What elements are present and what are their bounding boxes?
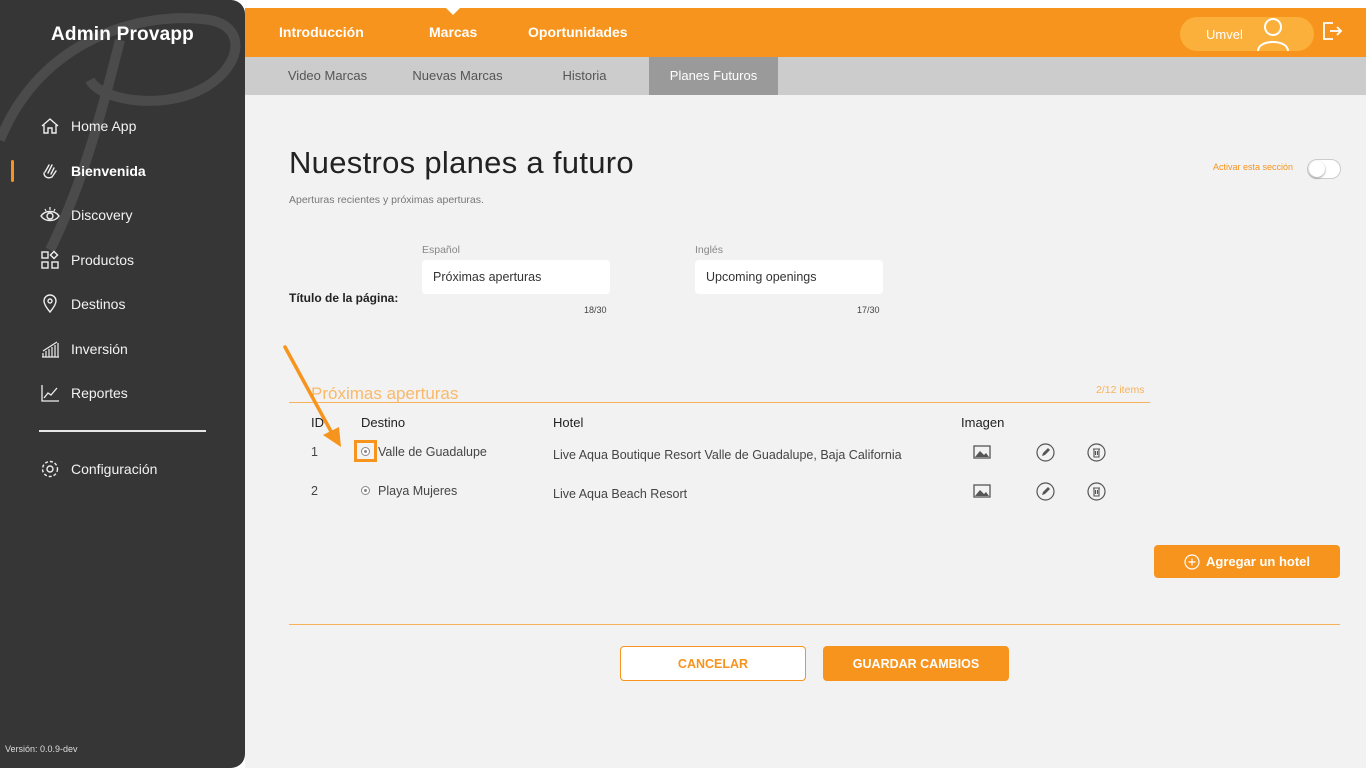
column-header-imagen: Imagen [961,415,1005,430]
image-icon[interactable] [973,484,991,503]
footer-divider [289,624,1340,625]
row-2-hotel: Live Aqua Beach Resort [553,487,688,501]
add-hotel-button[interactable]: Agregar un hotel [1154,545,1340,578]
toggle-knob [1309,161,1325,177]
subtab-historia[interactable]: Historia [527,57,642,95]
trash-icon[interactable] [1087,443,1106,467]
annotation-arrow-icon [283,345,341,447]
row-1-id: 1 [311,445,318,459]
row-2-destino: Playa Mujeres [378,484,458,498]
sidebar-item-label: Configuración [71,461,158,478]
sidebar-item-reportes[interactable]: Reportes [0,371,245,416]
sidebar-item-destinos[interactable]: Destinos [0,282,245,327]
tab-introduccion[interactable]: Introducción [279,24,364,40]
column-header-hotel: Hotel [553,415,584,430]
user-name: Umvel [1206,27,1243,42]
spanish-char-counter: 18/30 [584,305,607,315]
column-header-id: ID [311,415,324,430]
grid-shapes-icon [39,249,61,271]
sidebar-divider [39,430,206,432]
cancel-button[interactable]: CANCELAR [620,646,806,681]
sidebar-item-label: Reportes [71,385,128,402]
sidebar-item-bienvenida[interactable]: Bienvenida [0,149,245,194]
sidebar-item-label: Discovery [71,207,133,224]
line-chart-icon [39,382,61,404]
save-button[interactable]: GUARDAR CAMBIOS [823,646,1009,681]
main-content: Nuestros planes a futuro Aperturas recie… [245,95,1366,768]
sidebar-item-home-app[interactable]: Home App [0,104,245,149]
home-icon [39,115,61,137]
sub-tabs: Video Marcas Nuevas Marcas Historia Plan… [245,57,1366,95]
waving-hand-icon [39,160,61,182]
subtab-planes-futuros[interactable]: Planes Futuros [649,57,778,95]
title-spanish-input[interactable] [422,260,610,294]
sidebar: Admin Provapp Home App Bienvenida Discov… [0,0,245,768]
row-1-radio[interactable] [361,447,370,456]
row-2-id: 2 [311,484,318,498]
brand-title: Admin Provapp [50,24,194,45]
section-divider [289,402,1150,403]
sidebar-item-label: Bienvenida [71,162,146,179]
row-2-radio[interactable] [361,486,370,495]
trash-icon[interactable] [1087,482,1106,506]
page-title: Nuestros planes a futuro [289,145,634,180]
sidebar-config-group: Configuración [0,447,245,492]
gear-icon [39,458,61,480]
location-pin-icon [39,293,61,315]
version-label: Versión: 0.0.9-dev [5,744,78,754]
sidebar-item-inversion[interactable]: Inversión [0,327,245,372]
english-char-counter: 17/30 [857,305,880,315]
tab-marcas[interactable]: Marcas [429,8,477,40]
row-1-destino: Valle de Guadalupe [378,445,487,459]
english-label: Inglés [695,244,724,256]
subtab-nuevas-marcas[interactable]: Nuevas Marcas [400,57,515,95]
edit-icon[interactable] [1036,482,1055,506]
activate-section-toggle[interactable] [1307,159,1341,179]
sidebar-item-label: Home App [71,118,137,135]
items-count: 2/12 items [1096,384,1145,396]
title-row-label: Título de la página: [289,291,399,305]
sidebar-item-label: Inversión [71,340,128,357]
image-icon[interactable] [973,445,991,464]
eye-icon [39,204,61,226]
sidebar-item-label: Productos [71,251,135,268]
logout-icon[interactable] [1321,20,1343,47]
spanish-label: Español [422,244,460,256]
sidebar-item-configuracion[interactable]: Configuración [0,447,245,492]
sidebar-item-label: Destinos [71,296,126,313]
activate-section-label: Activar esta sección [1213,162,1294,172]
sidebar-item-discovery[interactable]: Discovery [0,193,245,238]
add-hotel-label: Agregar un hotel [1205,554,1310,569]
row-1-hotel: Live Aqua Boutique Resort Valle de Guada… [553,448,902,462]
edit-icon[interactable] [1036,443,1055,467]
plus-circle-icon [1184,553,1200,570]
user-menu[interactable]: Umvel [1180,17,1314,54]
page-subtitle: Aperturas recientes y próximas aperturas… [289,194,484,206]
sidebar-item-productos[interactable]: Productos [0,238,245,283]
sidebar-nav: Home App Bienvenida Discovery Productos … [0,104,245,416]
bar-growth-icon [39,338,61,360]
avatar [1254,17,1292,54]
title-english-input[interactable] [695,260,883,294]
subtab-video-marcas[interactable]: Video Marcas [270,57,385,95]
tab-oportunidades[interactable]: Oportunidades [528,24,628,40]
top-navbar: Introducción Marcas Oportunidades Umvel [245,8,1366,57]
column-header-destino: Destino [361,415,406,430]
